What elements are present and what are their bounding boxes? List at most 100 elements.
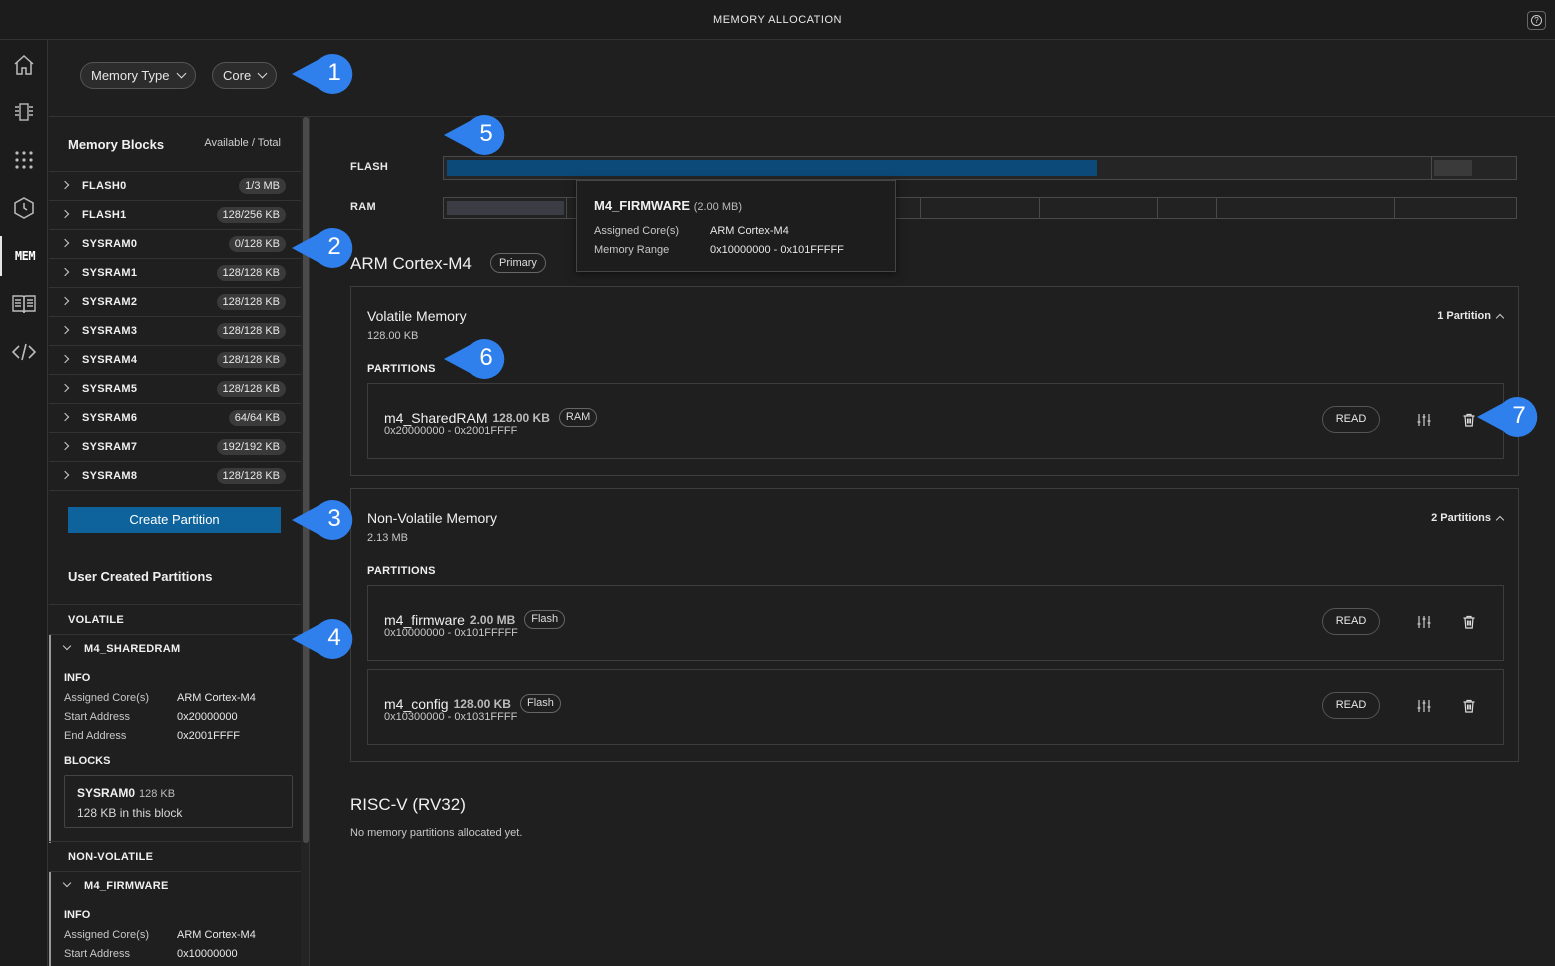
title-bar: MEMORY ALLOCATION ? bbox=[0, 0, 1555, 40]
block-row-sysram0[interactable]: SYSRAM0 0/128 KB bbox=[49, 230, 301, 259]
memory-label: MEM bbox=[14, 249, 36, 263]
partition-row-sharedram[interactable]: m4_SharedRAM 128.00 KB RAM 0x20000000 - … bbox=[367, 383, 1504, 459]
block-badge: 128/128 KB bbox=[216, 381, 286, 397]
partition-tooltip: M4_FIRMWARE (2.00 MB) Assigned Core(s) A… bbox=[576, 180, 896, 272]
end-address-value: 0x2001FFFF bbox=[177, 730, 240, 742]
block-badge: 192/192 KB bbox=[216, 439, 286, 455]
memory-type-filter[interactable]: Memory Type bbox=[80, 62, 196, 89]
callout-marker: 2 bbox=[292, 228, 354, 268]
block-row-sysram5[interactable]: SYSRAM5 128/128 KB bbox=[49, 375, 301, 404]
block-name: SYSRAM2 bbox=[82, 296, 138, 308]
sidebar-title: Memory Blocks bbox=[68, 137, 165, 152]
partitions-label: PARTITIONS bbox=[367, 363, 436, 375]
memory-nav-item[interactable]: MEM bbox=[0, 236, 48, 276]
chevron-right-icon bbox=[60, 470, 70, 480]
block-card-size: 128 KB bbox=[139, 788, 176, 800]
tooltip-range-key: Memory Range bbox=[594, 244, 670, 256]
partition-row-config[interactable]: m4_config 128.00 KB Flash 0x10300000 - 0… bbox=[367, 669, 1504, 745]
ram-used-segment[interactable] bbox=[447, 201, 564, 215]
block-row-sysram1[interactable]: SYSRAM1 128/128 KB bbox=[49, 259, 301, 288]
partition-size: 128.00 KB bbox=[453, 696, 511, 711]
block-card-desc: 128 KB in this block bbox=[77, 806, 183, 820]
sidebar-header: Memory Blocks Available / Total bbox=[49, 117, 301, 172]
partition-row-firmware[interactable]: m4_firmware 2.00 MB Flash 0x10000000 - 0… bbox=[367, 585, 1504, 661]
partition-type-tag: Flash bbox=[524, 610, 566, 629]
block-row-sysram3[interactable]: SYSRAM3 128/128 KB bbox=[49, 317, 301, 346]
memory-card-size: 128.00 KB bbox=[367, 330, 419, 342]
callout-marker: 7 bbox=[1477, 397, 1539, 437]
trash-icon[interactable] bbox=[1461, 614, 1477, 630]
block-badge: 0/128 KB bbox=[228, 236, 286, 252]
core-label: Core bbox=[223, 68, 252, 83]
block-name: SYSRAM8 bbox=[82, 470, 138, 482]
chevron-right-icon bbox=[60, 325, 70, 335]
block-card-name: SYSRAM0 bbox=[77, 786, 136, 800]
flash-segment-divider bbox=[1431, 157, 1432, 179]
flash-usage-bar[interactable] bbox=[443, 156, 1517, 180]
callout-marker: 6 bbox=[444, 339, 506, 379]
main-content: FLASH RAM ARM Cortex-M4 Primary Volatile… bbox=[310, 117, 1555, 966]
block-badge: 128/128 KB bbox=[216, 468, 286, 484]
block-card: SYSRAM0 128 KB 128 KB in this block bbox=[64, 775, 293, 828]
peripherals-icon[interactable] bbox=[0, 92, 48, 132]
partition-count: 2 Partitions bbox=[1431, 512, 1491, 524]
start-address-key: Start Address bbox=[64, 711, 131, 723]
partition-size: 2.00 MB bbox=[469, 612, 516, 627]
chevron-right-icon bbox=[60, 383, 70, 393]
block-row-flash1[interactable]: FLASH1 128/256 KB bbox=[49, 201, 301, 230]
partition-name: m4_SharedRAM bbox=[384, 409, 488, 426]
activity-bar: MEM bbox=[0, 40, 48, 966]
code-icon[interactable] bbox=[0, 332, 48, 372]
partition-header-sharedram[interactable]: M4_SHAREDRAM bbox=[49, 635, 301, 663]
assigned-core-key: Assigned Core(s) bbox=[64, 692, 149, 704]
arm-core-title: ARM Cortex-M4 bbox=[350, 254, 472, 273]
divider bbox=[49, 604, 301, 605]
partition-count-toggle[interactable]: 1 Partition bbox=[1437, 310, 1505, 322]
home-icon[interactable] bbox=[0, 45, 48, 85]
block-row-sysram7[interactable]: SYSRAM7 192/192 KB bbox=[49, 433, 301, 462]
block-badge: 128/128 KB bbox=[216, 352, 286, 368]
flash-small-segment[interactable] bbox=[1434, 160, 1472, 176]
block-row-flash0[interactable]: FLASH0 1/3 MB bbox=[49, 172, 301, 201]
help-button[interactable]: ? bbox=[1527, 11, 1546, 30]
block-row-sysram2[interactable]: SYSRAM2 128/128 KB bbox=[49, 288, 301, 317]
read-access-button[interactable]: READ bbox=[1322, 692, 1380, 719]
trash-icon[interactable] bbox=[1461, 698, 1477, 714]
block-row-sysram6[interactable]: SYSRAM6 64/64 KB bbox=[49, 404, 301, 433]
partition-size: 128.00 KB bbox=[492, 410, 550, 425]
chevron-down-icon bbox=[176, 68, 186, 79]
chevron-up-icon bbox=[1495, 313, 1505, 322]
callout-marker: 3 bbox=[292, 500, 354, 540]
block-badge: 64/64 KB bbox=[228, 410, 286, 426]
flash-used-segment[interactable] bbox=[447, 160, 1097, 176]
pin-config-icon[interactable] bbox=[0, 140, 48, 180]
block-row-sysram4[interactable]: SYSRAM4 128/128 KB bbox=[49, 346, 301, 375]
callout-number: 2 bbox=[327, 233, 341, 260]
tooltip-assigned-key: Assigned Core(s) bbox=[594, 225, 679, 237]
ram-segment-divider bbox=[920, 198, 921, 218]
start-address-value: 0x20000000 bbox=[177, 711, 238, 723]
partition-header-firmware[interactable]: M4_FIRMWARE bbox=[49, 872, 301, 900]
read-access-button[interactable]: READ bbox=[1322, 406, 1380, 433]
block-row-sysram8[interactable]: SYSRAM8 128/128 KB bbox=[49, 462, 301, 491]
callout-number: 7 bbox=[1512, 402, 1526, 429]
settings-sliders-icon[interactable] bbox=[1416, 412, 1432, 428]
trash-icon[interactable] bbox=[1461, 412, 1477, 428]
ram-segment-divider bbox=[1039, 198, 1040, 218]
clock-icon[interactable] bbox=[0, 188, 48, 228]
core-filter[interactable]: Core bbox=[212, 62, 278, 89]
read-access-button[interactable]: READ bbox=[1322, 608, 1380, 635]
partition-name: m4_config bbox=[384, 695, 449, 712]
sidebar-header-right: Available / Total bbox=[204, 137, 281, 149]
callout-marker: 1 bbox=[292, 54, 354, 94]
block-badge: 128/128 KB bbox=[216, 323, 286, 339]
scrollbar-thumb[interactable] bbox=[303, 117, 309, 843]
volatile-section-label: VOLATILE bbox=[68, 614, 124, 626]
docs-icon[interactable] bbox=[0, 284, 48, 324]
create-partition-button[interactable]: Create Partition bbox=[68, 507, 281, 533]
partition-range: 0x20000000 - 0x2001FFFF bbox=[384, 425, 518, 437]
ram-bar-label: RAM bbox=[350, 201, 376, 213]
partition-count-toggle[interactable]: 2 Partitions bbox=[1431, 512, 1505, 524]
settings-sliders-icon[interactable] bbox=[1416, 698, 1432, 714]
settings-sliders-icon[interactable] bbox=[1416, 614, 1432, 630]
